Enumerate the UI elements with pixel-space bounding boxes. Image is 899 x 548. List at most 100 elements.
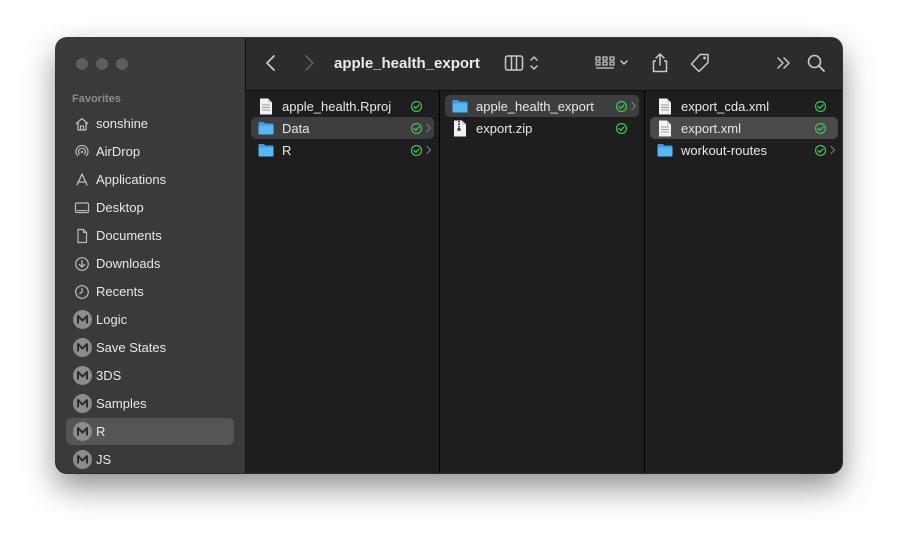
finder-window: Favorites sonshine AirDrop Applications Des… <box>56 38 842 473</box>
chevron-right-icon <box>424 145 434 155</box>
tag-button[interactable] <box>689 52 711 74</box>
document-icon <box>72 226 92 246</box>
sidebar-item-logic[interactable]: Logic <box>66 306 234 333</box>
zoom-button[interactable] <box>116 58 128 70</box>
sidebar-item-label: Recents <box>96 284 144 299</box>
column-1: apple_health.Rproj Data R <box>246 91 440 473</box>
sidebar-item-label: R <box>96 424 106 439</box>
updown-chevron-icon <box>530 56 538 70</box>
sidebar-item-recents[interactable]: Recents <box>66 278 234 305</box>
column-browser: apple_health.Rproj Data R apple_health_exp… <box>246 91 842 473</box>
sidebar-item-label: Applications <box>96 172 167 187</box>
synced-check-icon <box>410 122 422 134</box>
sidebar-item-label: JS <box>96 452 112 467</box>
file-name: workout-routes <box>681 142 767 158</box>
sidebar-item-r[interactable]: R <box>66 418 234 445</box>
sidebar-item-samples[interactable]: Samples <box>66 390 234 417</box>
file-row[interactable]: apple_health.Rproj <box>251 95 434 117</box>
double-chevron-right-icon <box>777 57 790 69</box>
file-name: apple_health.Rproj <box>282 98 392 114</box>
file-name: export.xml <box>681 120 741 136</box>
airdrop-icon <box>72 142 92 162</box>
chevron-down-icon <box>620 60 628 65</box>
window-controls <box>76 58 128 70</box>
sidebar-item-downloads[interactable]: Downloads <box>66 250 234 277</box>
file-row[interactable]: Data <box>251 117 434 139</box>
sidebar-item-airdrop[interactable]: AirDrop <box>66 138 234 165</box>
m-drive-icon <box>72 394 92 414</box>
applications-icon <box>72 170 92 190</box>
synced-check-icon <box>814 144 826 156</box>
chevron-left-icon <box>266 55 275 71</box>
toolbar: apple_health_export <box>246 38 842 91</box>
grid-icon <box>595 56 615 69</box>
file-name: export.zip <box>476 120 533 136</box>
tag-icon <box>690 53 709 73</box>
m-drive-icon <box>72 338 92 358</box>
more-toolbar-button[interactable] <box>775 52 793 74</box>
forward-button[interactable] <box>302 52 316 74</box>
view-mode-button[interactable] <box>504 52 540 74</box>
m-drive-icon <box>72 422 92 442</box>
home-icon <box>72 114 92 134</box>
file-row[interactable]: workout-routes <box>650 139 838 161</box>
close-button[interactable] <box>76 58 88 70</box>
synced-check-icon <box>410 144 422 156</box>
back-button[interactable] <box>264 52 278 74</box>
synced-check-icon <box>410 100 422 112</box>
share-button[interactable] <box>650 52 670 74</box>
folder-icon <box>257 141 275 159</box>
downloads-icon <box>72 254 92 274</box>
sidebar-item-label: 3DS <box>96 368 122 383</box>
zip-file-icon <box>451 119 469 137</box>
sidebar-item-3ds[interactable]: 3DS <box>66 362 234 389</box>
column-view-icon <box>504 55 524 71</box>
sidebar-item-label: Save States <box>96 340 167 355</box>
sidebar-item-label: Samples <box>96 396 147 411</box>
chevron-right-icon <box>424 123 434 133</box>
file-row[interactable]: export_cda.xml <box>650 95 838 117</box>
m-drive-icon <box>72 366 92 386</box>
column-3: export_cda.xml export.xml workout-routes <box>645 91 842 473</box>
sidebar-item-save-states[interactable]: Save States <box>66 334 234 361</box>
search-icon <box>807 54 825 72</box>
minimize-button[interactable] <box>96 58 108 70</box>
search-button[interactable] <box>806 52 826 74</box>
chevron-right-icon <box>828 145 838 155</box>
synced-check-icon <box>814 100 826 112</box>
file-name: apple_health_export <box>476 98 594 114</box>
sidebar-item-js[interactable]: JS <box>66 446 234 473</box>
folder-icon <box>656 141 674 159</box>
synced-check-icon <box>814 122 826 134</box>
sidebar-item-label: Downloads <box>96 256 161 271</box>
folder-icon <box>257 119 275 137</box>
chevron-right-icon <box>305 55 314 71</box>
folder-icon <box>451 97 469 115</box>
sidebar-item-label: AirDrop <box>96 144 141 159</box>
group-button[interactable] <box>594 52 630 74</box>
desktop-icon <box>72 198 92 218</box>
file-name: Data <box>282 120 310 136</box>
synced-check-icon <box>615 100 627 112</box>
file-row[interactable]: export.xml <box>650 117 838 139</box>
sidebar-item-documents[interactable]: Documents <box>66 222 234 249</box>
m-drive-icon <box>72 450 92 470</box>
file-icon <box>257 97 275 115</box>
sidebar-item-label: Logic <box>96 312 128 327</box>
file-row[interactable]: apple_health_export <box>445 95 639 117</box>
clock-icon <box>72 282 92 302</box>
file-row[interactable]: export.zip <box>445 117 639 139</box>
sidebar-item-desktop[interactable]: Desktop <box>66 194 234 221</box>
file-row[interactable]: R <box>251 139 434 161</box>
sidebar-item-sonshine[interactable]: sonshine <box>66 110 234 137</box>
file-name: R <box>282 142 292 158</box>
chevron-right-icon <box>629 101 639 111</box>
sidebar-item-applications[interactable]: Applications <box>66 166 234 193</box>
sidebar-item-label: Documents <box>96 228 162 243</box>
sidebar: Favorites sonshine AirDrop Applications Des… <box>56 38 246 473</box>
m-drive-icon <box>72 310 92 330</box>
window-title: apple_health_export <box>334 55 480 72</box>
file-icon <box>656 119 674 137</box>
share-icon <box>652 53 668 73</box>
synced-check-icon <box>615 122 627 134</box>
